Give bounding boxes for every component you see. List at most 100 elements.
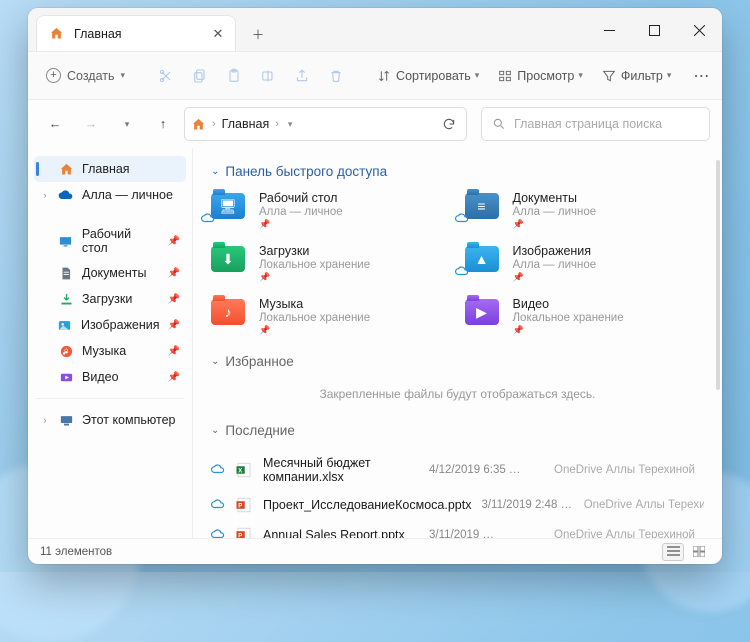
chevron-down-icon: ▾ — [475, 70, 480, 81]
view-button[interactable]: Просмотр ▾ — [490, 61, 590, 91]
sidebar-item-music[interactable]: Музыка 📌 — [34, 338, 186, 364]
item-subtitle: Алла — личное — [513, 259, 597, 271]
pin-icon: 📌 — [259, 325, 370, 336]
section-recent[interactable]: ⌄ Последние — [211, 423, 704, 438]
sidebar-label: Главная — [82, 162, 130, 176]
close-button[interactable] — [677, 8, 722, 52]
pc-icon — [59, 413, 74, 428]
thumbnails-view-button[interactable] — [688, 543, 710, 561]
file-type-icon: P — [235, 526, 253, 538]
title-bar: Главная ✕ ＋ — [28, 8, 722, 52]
item-subtitle: Алла — личное — [513, 206, 597, 218]
tab-home[interactable]: Главная ✕ — [36, 15, 236, 51]
item-title: Документы — [513, 191, 597, 205]
file-name: Проект_ИсследованиеКосмоса.pptx — [263, 498, 471, 512]
quick-item-img[interactable]: ▲ИзображенияАлла — личное📌 — [465, 244, 705, 283]
history-dropdown[interactable]: ▾ — [285, 119, 296, 130]
up-button[interactable]: ↑ — [148, 109, 178, 139]
refresh-button[interactable] — [438, 113, 460, 135]
sidebar-item-thispc[interactable]: › Этот компьютер — [34, 407, 186, 433]
rename-button[interactable] — [253, 61, 283, 91]
scrollbar[interactable] — [716, 160, 720, 390]
section-quick-access[interactable]: ⌄ Панель быстрого доступа — [211, 164, 704, 179]
folder-icon: ≡ — [465, 191, 503, 223]
cloud-sync-icon — [211, 497, 225, 514]
file-location: OneDrive Аллы Терехиной — [554, 464, 704, 476]
quick-item-down[interactable]: ⬇ЗагрузкиЛокальное хранение📌 — [211, 244, 451, 283]
folder-icon: 🖥 — [211, 191, 249, 223]
quick-item-desktop[interactable]: 🖥Рабочий столАлла — личное📌 — [211, 191, 451, 230]
sidebar-item-pictures[interactable]: Изображения 📌 — [34, 312, 186, 338]
item-title: Изображения — [513, 244, 597, 258]
chevron-down-icon: ▾ — [121, 70, 126, 81]
back-button[interactable]: ← — [40, 109, 70, 139]
cloud-icon — [58, 187, 74, 203]
breadcrumb-home[interactable]: Главная — [222, 117, 270, 131]
sidebar-label: Изображения — [81, 318, 160, 332]
quick-item-video[interactable]: ▶ВидеоЛокальное хранение📌 — [465, 297, 705, 336]
share-button[interactable] — [287, 61, 317, 91]
svg-text:X: X — [238, 468, 242, 474]
home-icon — [59, 162, 74, 177]
tab-title: Главная — [74, 27, 122, 41]
rename-icon — [260, 68, 276, 84]
recent-file[interactable]: PAnnual Sales Report.pptx3/11/2019 …OneD… — [211, 520, 704, 538]
pin-icon: 📌 — [168, 294, 180, 305]
chevron-right-icon: › — [275, 118, 279, 130]
sidebar-item-documents[interactable]: Документы 📌 — [34, 260, 186, 286]
expand-icon[interactable]: › — [40, 190, 50, 200]
recent-locations-button[interactable]: ▾ — [112, 109, 142, 139]
maximize-button[interactable] — [632, 8, 677, 52]
copy-button[interactable] — [185, 61, 215, 91]
sidebar-item-desktop[interactable]: Рабочий стол 📌 — [34, 222, 186, 260]
sort-label: Сортировать — [396, 69, 471, 83]
file-type-icon: P — [235, 496, 253, 514]
details-view-button[interactable] — [662, 543, 684, 561]
recent-file[interactable]: XМесячный бюджет компании.xlsx4/12/2019 … — [211, 450, 704, 490]
body: Главная › Алла — личное Рабочий стол 📌 Д… — [28, 148, 722, 538]
forward-button[interactable]: → — [76, 109, 106, 139]
search-input[interactable] — [514, 117, 699, 131]
expand-icon[interactable]: › — [40, 415, 50, 425]
new-tab-button[interactable]: ＋ — [242, 17, 274, 49]
section-title: Последние — [225, 423, 294, 438]
favorites-empty-text: Закрепленные файлы будут отображаться зд… — [211, 381, 704, 417]
sidebar-item-video[interactable]: Видео 📌 — [34, 364, 186, 390]
minimize-button[interactable] — [587, 8, 632, 52]
funnel-icon — [601, 68, 617, 84]
nav-row: ← → ▾ ↑ › Главная › ▾ — [28, 100, 722, 148]
sidebar-item-onedrive[interactable]: › Алла — личное — [34, 182, 186, 208]
delete-button[interactable] — [321, 61, 351, 91]
video-icon — [59, 370, 74, 385]
home-icon — [49, 26, 64, 41]
sort-icon — [376, 68, 392, 84]
quick-item-music[interactable]: ♪МузыкаЛокальное хранение📌 — [211, 297, 451, 336]
sidebar-item-home[interactable]: Главная — [34, 156, 186, 182]
new-button[interactable]: + Создать ▾ — [38, 61, 133, 91]
cloud-sync-icon — [201, 211, 215, 225]
search-bar[interactable] — [481, 107, 710, 141]
file-name: Месячный бюджет компании.xlsx — [263, 456, 419, 484]
folder-icon: ♪ — [211, 297, 249, 329]
search-icon — [492, 117, 506, 131]
cut-button[interactable] — [151, 61, 181, 91]
section-favorites[interactable]: ⌄ Избранное — [211, 354, 704, 369]
address-bar[interactable]: › Главная › ▾ — [184, 107, 467, 141]
quick-item-docs[interactable]: ≡ДокументыАлла — личное📌 — [465, 191, 705, 230]
sort-button[interactable]: Сортировать ▾ — [369, 61, 486, 91]
pin-icon: 📌 — [259, 272, 370, 283]
desktop-icon — [58, 234, 73, 249]
document-icon — [59, 266, 73, 281]
more-button[interactable]: ⋯ — [686, 61, 718, 91]
file-type-icon: X — [235, 461, 253, 479]
paste-button[interactable] — [219, 61, 249, 91]
filter-button[interactable]: Фильтр ▾ — [594, 61, 679, 91]
svg-text:P: P — [238, 503, 242, 509]
recent-file[interactable]: PПроект_ИсследованиеКосмоса.pptx3/11/201… — [211, 490, 704, 520]
sidebar-item-downloads[interactable]: Загрузки 📌 — [34, 286, 186, 312]
download-icon — [59, 292, 74, 307]
cloud-sync-icon — [455, 264, 469, 278]
tab-close-button[interactable]: ✕ — [209, 25, 227, 43]
file-name: Annual Sales Report.pptx — [263, 528, 419, 538]
item-title: Рабочий стол — [259, 191, 343, 205]
